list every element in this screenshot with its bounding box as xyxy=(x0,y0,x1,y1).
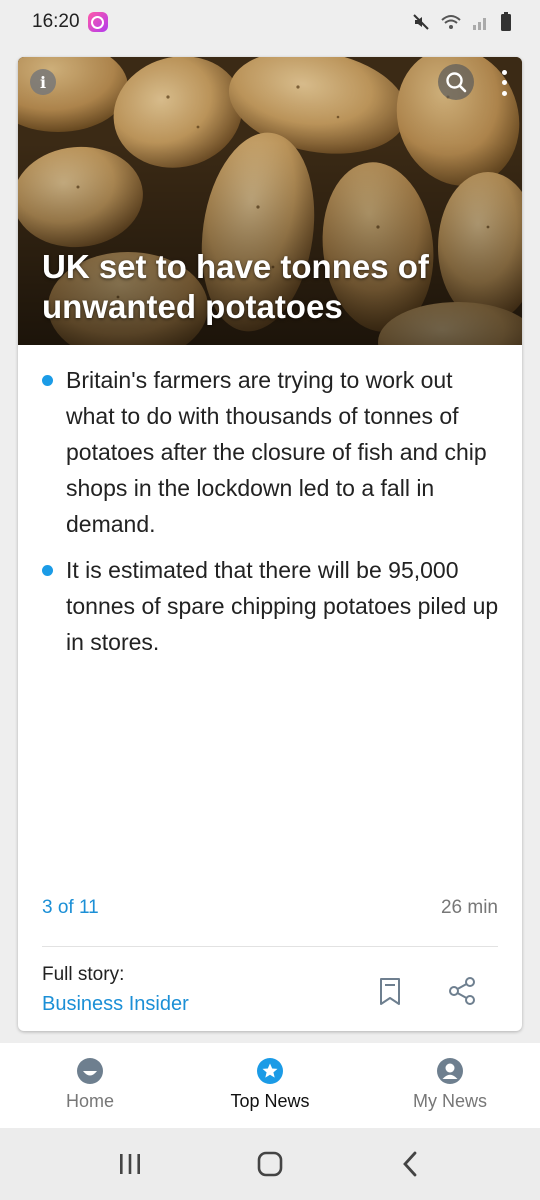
back-button[interactable] xyxy=(380,1139,440,1189)
bullet-dot-icon xyxy=(42,565,53,576)
more-dot xyxy=(501,91,507,97)
tab-label: Top News xyxy=(230,1091,310,1111)
search-icon xyxy=(446,72,467,93)
source-link[interactable]: Business Insider xyxy=(42,993,189,1016)
home-face-icon xyxy=(77,1058,103,1084)
mute-icon xyxy=(413,14,429,30)
status-bar: 16:20 xyxy=(0,0,540,44)
bottom-tab-bar: Home Top News My News xyxy=(0,1043,540,1128)
tab-my-news[interactable]: My News xyxy=(360,1043,540,1128)
bullet-dot-icon xyxy=(42,375,53,386)
recent-apps-icon xyxy=(120,1154,140,1174)
status-icons xyxy=(412,12,512,32)
full-story-label: Full story: xyxy=(42,964,125,985)
bookmark-button[interactable] xyxy=(375,975,405,1009)
home-button[interactable] xyxy=(240,1139,300,1189)
story-position: 3 of 11 xyxy=(42,897,99,918)
app-notification-icon xyxy=(87,12,108,32)
system-navigation-bar xyxy=(0,1128,540,1200)
home-icon xyxy=(257,1151,283,1177)
summary-bullet: It is estimated that there will be 95,00… xyxy=(42,552,502,660)
divider xyxy=(42,946,498,947)
tab-home[interactable]: Home xyxy=(0,1043,180,1128)
share-button[interactable] xyxy=(446,975,478,1007)
search-button[interactable] xyxy=(438,64,474,100)
summary-text: It is estimated that there will be 95,00… xyxy=(66,557,499,655)
tab-top-news[interactable]: Top News xyxy=(180,1043,360,1128)
back-icon xyxy=(403,1151,417,1177)
info-icon[interactable]: i xyxy=(30,69,56,95)
summary-bullet: Britain's farmers are trying to work out… xyxy=(42,362,502,542)
wifi-icon xyxy=(441,15,461,29)
article-summary: Britain's farmers are trying to work out… xyxy=(42,362,502,670)
story-age: 26 min xyxy=(440,897,498,918)
star-icon xyxy=(257,1058,283,1084)
signal-icon xyxy=(473,18,486,30)
article-hero-image[interactable]: i UK set to have tonnes of unwanted pota… xyxy=(18,57,522,345)
article-headline: UK set to have tonnes of unwanted potato… xyxy=(42,248,429,325)
more-options-icon[interactable] xyxy=(494,67,514,99)
status-time: 16:20 xyxy=(32,11,80,32)
tab-label: Home xyxy=(65,1091,114,1111)
summary-text: Britain's farmers are trying to work out… xyxy=(66,367,487,537)
battery-icon xyxy=(501,12,511,31)
recent-apps-button[interactable] xyxy=(100,1139,160,1189)
bookmark-icon xyxy=(380,978,400,1005)
news-card[interactable]: i UK set to have tonnes of unwanted pota… xyxy=(18,57,522,1031)
share-icon xyxy=(449,977,475,1005)
more-dot xyxy=(501,69,507,75)
person-icon xyxy=(437,1058,463,1084)
tab-label: My News xyxy=(412,1091,487,1111)
more-dot xyxy=(501,80,507,86)
